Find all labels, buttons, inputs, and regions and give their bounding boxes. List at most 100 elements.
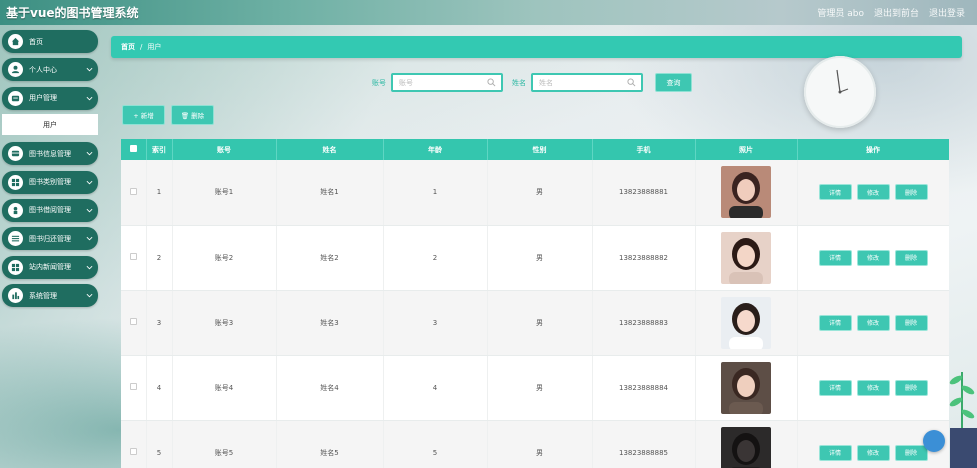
column-header-actions: 操作 (797, 139, 949, 160)
detail-button[interactable]: 详情 (818, 444, 852, 461)
cell-gender: 男 (487, 160, 593, 226)
user-photo[interactable] (721, 296, 771, 349)
cell-age: 4 (383, 355, 488, 421)
logout-link[interactable]: 退出登录 (929, 6, 965, 19)
user-table: 索引 账号 姓名 年龄 性别 手机 照片 操作 1 账号1 姓名1 1 男 1382388… (121, 139, 949, 468)
chevron-down-icon (86, 237, 93, 241)
cell-phone: 13823888882 (592, 225, 696, 291)
row-select-cell[interactable] (121, 420, 147, 468)
chevron-down-icon (86, 152, 93, 156)
name-search-placeholder: 姓名 (539, 78, 553, 87)
search-bar: 账号 账号 姓名 姓名 查询 (372, 73, 692, 92)
delete-button[interactable]: 删除 (894, 314, 928, 331)
cell-name: 姓名2 (276, 225, 384, 291)
floating-assistant-button[interactable] (923, 430, 945, 452)
chevron-down-icon (86, 208, 93, 213)
delete-button[interactable]: 删除 (894, 184, 928, 201)
cell-account: 账号4 (172, 355, 277, 421)
row-select-cell[interactable] (121, 355, 147, 421)
user-photo[interactable] (721, 361, 771, 414)
row-select-cell[interactable] (121, 225, 147, 291)
breadcrumb-current: 用户 (147, 43, 162, 51)
sidebar-item-label: 图书类别管理 (29, 178, 71, 187)
cell-gender: 男 (487, 225, 593, 291)
table-row: 1 账号1 姓名1 1 男 13823888881 详情 修改 删除 (121, 160, 949, 226)
sidebar-item-3[interactable]: 图书信息管理 (2, 142, 98, 166)
column-header-age: 年龄 (383, 139, 488, 160)
cell-name: 姓名3 (276, 290, 384, 356)
chevron-down-icon (86, 180, 93, 184)
detail-button[interactable]: 详情 (818, 314, 852, 331)
cell-gender: 男 (487, 420, 593, 468)
table-header-row: 索引 账号 姓名 年龄 性别 手机 照片 操作 (121, 139, 949, 160)
cell-photo (695, 290, 798, 356)
sidebar-item-0[interactable]: 首页 (2, 30, 98, 53)
cell-photo (695, 160, 798, 226)
cell-age: 5 (383, 420, 488, 468)
clock-face-icon (836, 69, 849, 94)
sidebar-item-2[interactable]: 用户管理 (2, 86, 98, 110)
cell-index: 2 (146, 225, 173, 291)
row-select-cell[interactable] (121, 160, 147, 226)
edit-button[interactable]: 修改 (856, 314, 890, 331)
table-row: 3 账号3 姓名3 3 男 13823888883 详情 修改 删除 (121, 290, 949, 356)
row-checkbox[interactable] (129, 253, 137, 260)
select-all-header[interactable] (121, 139, 147, 160)
person-icon (8, 202, 23, 218)
user-photo[interactable] (721, 231, 771, 284)
cell-actions: 详情 修改 删除 (797, 355, 949, 421)
add-button[interactable]: + 新增 (122, 105, 165, 125)
sidebar-item-label: 站内新闻管理 (29, 263, 71, 272)
detail-button[interactable]: 详情 (818, 249, 852, 266)
cell-index: 3 (146, 290, 173, 356)
row-checkbox[interactable] (129, 383, 137, 390)
column-header-account: 账号 (172, 139, 277, 160)
cell-name: 姓名1 (276, 160, 384, 226)
detail-button[interactable]: 详情 (818, 379, 852, 396)
user-photo[interactable] (721, 426, 771, 468)
sidebar-item-6[interactable]: 图书归还管理 (2, 227, 98, 251)
cell-photo (695, 225, 798, 291)
query-button[interactable]: 查询 (655, 73, 692, 92)
sidebar-item-5[interactable]: 图书借阅管理 (2, 198, 98, 222)
clock-decoration (804, 56, 876, 128)
sidebar-item-label: 个人中心 (29, 65, 57, 74)
breadcrumb-home[interactable]: 首页 (121, 42, 135, 52)
column-header-name: 姓名 (276, 139, 384, 160)
row-checkbox[interactable] (129, 318, 137, 325)
chevron-down-icon (86, 265, 93, 270)
cell-index: 4 (146, 355, 173, 421)
cell-name: 姓名4 (276, 355, 384, 421)
edit-button[interactable]: 修改 (856, 249, 890, 266)
sidebar-item-7[interactable]: 站内新闻管理 (2, 255, 98, 279)
cell-age: 1 (383, 160, 488, 226)
chart-icon (8, 288, 23, 304)
cell-phone: 13823888884 (592, 355, 696, 421)
sidebar-item-8[interactable]: 系统管理 (2, 284, 98, 308)
sidebar-item-4[interactable]: 图书类别管理 (2, 170, 98, 194)
edit-button[interactable]: 修改 (856, 444, 890, 461)
sidebar-subitem-2-0[interactable]: 用户 (2, 114, 98, 136)
edit-button[interactable]: 修改 (856, 379, 890, 396)
delete-button[interactable]: 删除 (894, 444, 928, 461)
account-search-input[interactable]: 账号 (391, 73, 503, 92)
admin-user-link[interactable]: 管理员 abo (817, 6, 864, 19)
row-checkbox[interactable] (129, 187, 137, 195)
table-row: 4 账号4 姓名4 4 男 13823888884 详情 修改 删除 (121, 355, 949, 421)
row-select-cell[interactable] (121, 290, 147, 356)
name-search-input[interactable]: 姓名 (531, 73, 643, 92)
exit-to-frontend-link[interactable]: 退出到前台 (874, 6, 919, 19)
sidebar-item-1[interactable]: 个人中心 (2, 58, 98, 82)
grid-icon (8, 259, 23, 275)
bulk-delete-button[interactable]: 🗑 删除 (171, 105, 214, 125)
action-buttons: + 新增 🗑 删除 (122, 105, 214, 125)
delete-button[interactable]: 删除 (894, 249, 928, 266)
detail-button[interactable]: 详情 (818, 184, 852, 201)
user-photo[interactable] (721, 166, 771, 219)
edit-button[interactable]: 修改 (856, 184, 890, 201)
search-icon (487, 78, 496, 87)
row-checkbox[interactable] (129, 448, 137, 455)
column-header-photo: 照片 (695, 139, 798, 160)
select-all-checkbox[interactable] (129, 145, 137, 152)
delete-button[interactable]: 删除 (894, 379, 928, 396)
